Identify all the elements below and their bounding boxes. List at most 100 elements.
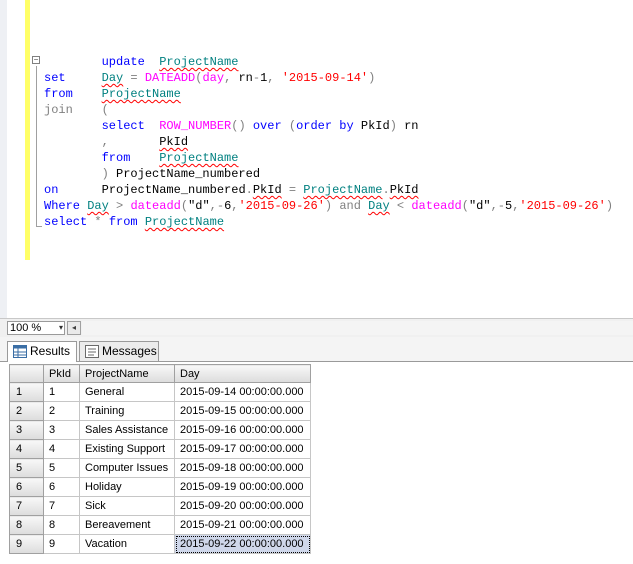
code-token: , (224, 71, 239, 85)
table-cell[interactable]: 2015-09-15 00:00:00.000 (174, 401, 311, 421)
table-cell[interactable]: 7 (43, 496, 80, 516)
table-cell[interactable]: Computer Issues (79, 458, 175, 478)
code-token: '2015-09-26' (238, 199, 325, 213)
code-line[interactable]: , PkId (44, 134, 613, 150)
table-row[interactable]: 8 8 Bereavement 2015-09-21 00:00:00.000 (9, 515, 311, 535)
row-number[interactable]: 7 (9, 496, 44, 516)
tab-messages[interactable]: Messages (79, 341, 159, 361)
code-line[interactable]: from ProjectName (44, 86, 613, 102)
column-header[interactable]: Day (174, 364, 311, 383)
code-line[interactable]: update ProjectName (44, 54, 613, 70)
table-row[interactable]: 5 5 Computer Issues 2015-09-18 00:00:00.000 (9, 458, 311, 478)
table-cell[interactable]: Vacation (79, 534, 175, 554)
table-cell[interactable]: 2015-09-20 00:00:00.000 (174, 496, 311, 516)
code-line[interactable]: select * from ProjectName (44, 214, 613, 230)
table-row[interactable]: 6 6 Holiday 2015-09-19 00:00:00.000 (9, 477, 311, 497)
collapse-icon[interactable]: − (32, 56, 40, 65)
code-token: ) (324, 199, 340, 213)
scroll-left-button[interactable]: ◂ (67, 321, 81, 335)
table-cell[interactable]: General (79, 382, 175, 402)
results-tabstrip: Results Messages (0, 337, 633, 362)
outline-end (36, 226, 42, 227)
chevron-down-icon: ▾ (58, 323, 63, 332)
table-row[interactable]: 4 4 Existing Support 2015-09-17 00:00:00.00… (9, 439, 311, 459)
code-token: "d" (468, 199, 491, 213)
code-token: update (101, 55, 145, 69)
code-token: rn (238, 71, 253, 85)
row-number[interactable]: 5 (9, 458, 44, 478)
table-cell[interactable]: 2015-09-21 00:00:00.000 (174, 515, 311, 535)
code-token: ProjectName (144, 215, 225, 229)
code-token: over (252, 119, 282, 133)
table-cell[interactable]: 9 (43, 534, 80, 554)
table-cell[interactable]: 2015-09-22 00:00:00.000 (174, 534, 311, 554)
table-cell[interactable]: Existing Support (79, 439, 175, 459)
code-line[interactable]: from ProjectName (44, 150, 613, 166)
sql-code[interactable]: update ProjectName set Day = DATEADD(day,… (44, 54, 613, 230)
query-editor[interactable]: − update ProjectName set Day = DATEADD(da… (0, 0, 633, 318)
code-token: - (497, 199, 505, 213)
row-number[interactable]: 6 (9, 477, 44, 497)
table-cell[interactable]: 2015-09-18 00:00:00.000 (174, 458, 311, 478)
table-cell[interactable]: 1 (43, 382, 80, 402)
code-token: - (252, 71, 261, 85)
column-header[interactable]: PkId (43, 364, 80, 383)
table-cell[interactable]: Bereavement (79, 515, 175, 535)
table-row[interactable]: 1 1 General 2015-09-14 00:00:00.000 (9, 382, 311, 402)
row-number[interactable]: 1 (9, 382, 44, 402)
table-cell[interactable]: Sick (79, 496, 175, 516)
code-token: , (267, 71, 282, 85)
zoom-bar: 100 % ▾ ◂ (0, 318, 633, 338)
code-line[interactable]: Where Day > dateadd("d",-6,'2015-09-26')… (44, 198, 613, 214)
row-number[interactable]: 4 (9, 439, 44, 459)
code-line[interactable]: set Day = DATEADD(day, rn-1, '2015-09-14… (44, 70, 613, 86)
row-number[interactable]: 9 (9, 534, 44, 554)
code-token: Day (87, 199, 109, 213)
tab-results[interactable]: Results (7, 341, 77, 362)
code-token: , (209, 199, 217, 213)
table-cell[interactable]: Sales Assistance (79, 420, 175, 440)
code-token: PkId (159, 135, 189, 149)
table-cell[interactable]: 3 (43, 420, 80, 440)
table-cell[interactable]: 4 (43, 439, 80, 459)
code-line[interactable]: ) ProjectName_numbered (44, 166, 613, 182)
table-row[interactable]: 9 9 Vacation 2015-09-22 00:00:00.000 (9, 534, 311, 554)
horizontal-scrollbar[interactable] (82, 321, 633, 335)
row-number[interactable]: 3 (9, 420, 44, 440)
code-token: . (382, 183, 390, 197)
table-cell[interactable]: 2015-09-14 00:00:00.000 (174, 382, 311, 402)
row-number[interactable]: 2 (9, 401, 44, 421)
row-header-corner[interactable] (9, 364, 44, 383)
code-token: , (490, 199, 498, 213)
results-grid[interactable]: PkId ProjectName Day 1 1 General 2015-09-14… (9, 364, 314, 564)
table-cell[interactable]: 2015-09-19 00:00:00.000 (174, 477, 311, 497)
row-number[interactable]: 8 (9, 515, 44, 535)
table-cell[interactable]: 6 (43, 477, 80, 497)
code-line[interactable]: join ( (44, 102, 613, 118)
code-line[interactable]: select ROW_NUMBER() over (order by PkId)… (44, 118, 613, 134)
results-table[interactable]: PkId ProjectName Day 1 1 General 2015-09-14… (9, 364, 311, 554)
code-token: Day (101, 71, 124, 85)
table-row[interactable]: 7 7 Sick 2015-09-20 00:00:00.000 (9, 496, 311, 516)
table-cell[interactable]: 2015-09-17 00:00:00.000 (174, 439, 311, 459)
table-cell[interactable]: 5 (43, 458, 80, 478)
code-token: join (44, 103, 73, 117)
zoom-value: 100 % (10, 322, 42, 334)
code-token: ( (180, 199, 189, 213)
column-header[interactable]: ProjectName (79, 364, 175, 383)
table-row[interactable]: 2 2 Training 2015-09-15 00:00:00.000 (9, 401, 311, 421)
table-cell[interactable]: Training (79, 401, 175, 421)
editor-margin (7, 0, 27, 318)
code-line[interactable]: on ProjectName_numbered.PkId = ProjectNa… (44, 182, 613, 198)
table-cell[interactable]: Holiday (79, 477, 175, 497)
table-cell[interactable]: 2015-09-16 00:00:00.000 (174, 420, 311, 440)
table-cell[interactable]: 2 (43, 401, 80, 421)
zoom-dropdown[interactable]: 100 % ▾ (7, 321, 65, 335)
table-row[interactable]: 3 3 Sales Assistance 2015-09-16 00:00:00.00… (9, 420, 311, 440)
table-cell[interactable]: 8 (43, 515, 80, 535)
code-token: ProjectName (303, 183, 383, 197)
